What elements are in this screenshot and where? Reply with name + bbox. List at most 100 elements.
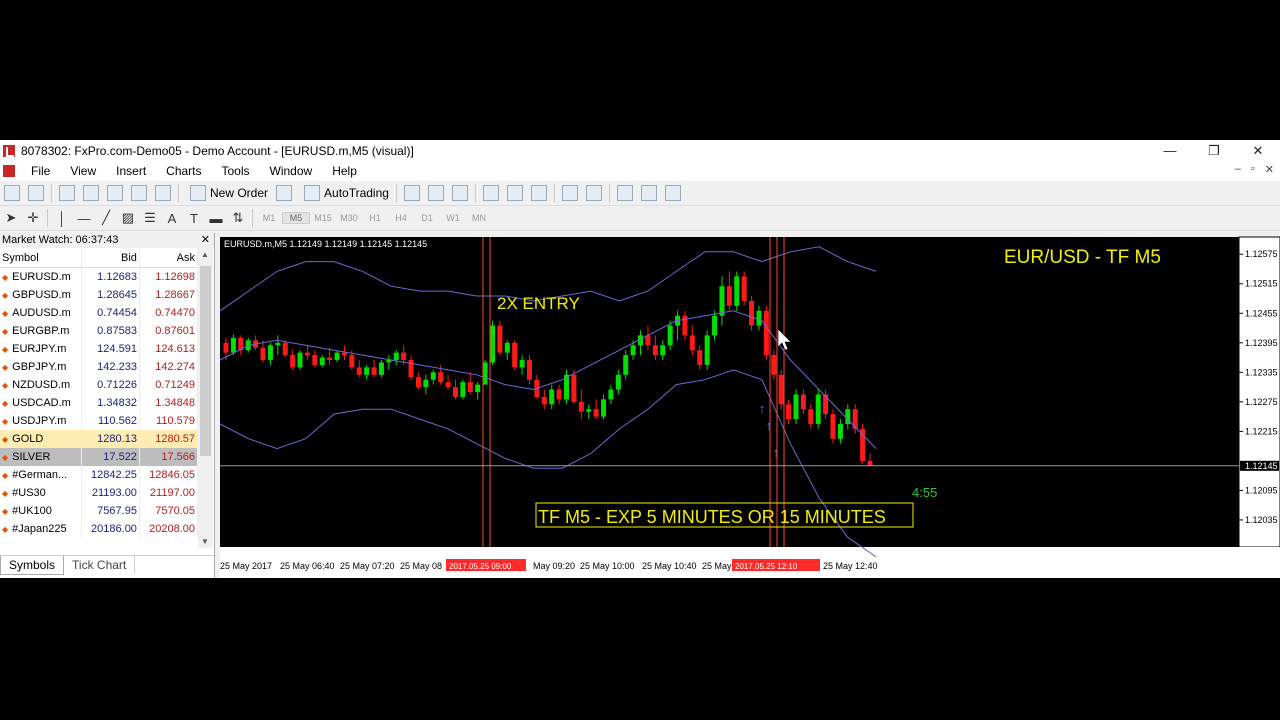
bar-chart-icon[interactable] bbox=[403, 185, 420, 201]
market-watch-title-bar: Market Watch: 06:37:43 ✕ bbox=[0, 233, 214, 248]
terminal-icon[interactable] bbox=[131, 185, 147, 201]
minimize-button[interactable]: — bbox=[1148, 140, 1192, 161]
navigator-icon[interactable] bbox=[107, 185, 123, 201]
market-watch-row[interactable]: AUDUSD.m0.744540.74470 bbox=[0, 304, 199, 322]
profiles-icon[interactable] bbox=[28, 185, 44, 201]
menu-window[interactable]: Window bbox=[260, 164, 323, 178]
bear-candle bbox=[652, 345, 658, 356]
menu-file[interactable]: File bbox=[21, 164, 60, 178]
market-watch-row[interactable]: USDJPY.m110.562110.579 bbox=[0, 412, 199, 430]
data-window-icon[interactable] bbox=[83, 185, 99, 201]
channel-icon[interactable]: ▨ bbox=[119, 210, 137, 226]
bear-candle bbox=[349, 355, 355, 368]
text-icon[interactable]: A bbox=[163, 211, 181, 226]
label-icon[interactable]: ▬ bbox=[207, 211, 225, 226]
column-header-symbol[interactable]: Symbol bbox=[0, 248, 82, 268]
chart-shift-icon[interactable] bbox=[585, 185, 602, 201]
time-tick-label: May 09:20 bbox=[533, 561, 575, 571]
zoom-in-icon[interactable] bbox=[482, 185, 499, 201]
scroll-up-icon[interactable]: ▲ bbox=[201, 250, 209, 259]
new-order-button[interactable]: New Order bbox=[182, 183, 272, 203]
horizontal-line-icon[interactable]: — bbox=[75, 211, 93, 226]
market-watch-row[interactable]: EURJPY.m124.591124.613 bbox=[0, 340, 199, 358]
tile-windows-icon[interactable] bbox=[530, 185, 547, 201]
new-chart-icon[interactable] bbox=[4, 185, 20, 201]
bull-candle bbox=[297, 352, 303, 368]
strategy-tester-icon[interactable] bbox=[155, 185, 171, 201]
timeframe-h1[interactable]: H1 bbox=[362, 213, 388, 223]
menu-insert[interactable]: Insert bbox=[106, 164, 156, 178]
bull-candle bbox=[489, 325, 495, 363]
timeframe-m15[interactable]: M15 bbox=[310, 213, 336, 223]
scroll-down-icon[interactable]: ▼ bbox=[201, 537, 209, 546]
market-watch-row[interactable]: #US3021193.0021197.00 bbox=[0, 484, 199, 502]
timeframe-m1[interactable]: M1 bbox=[256, 213, 282, 223]
chart-window[interactable]: 1.12575 1.12515 1.12455 1.12395 1.12335 1.122… bbox=[218, 235, 1280, 578]
market-watch-close-icon[interactable]: ✕ bbox=[201, 233, 210, 248]
market-watch-row[interactable]: GOLD1280.131280.57 bbox=[0, 430, 199, 448]
metaeditor-icon[interactable] bbox=[276, 185, 293, 201]
buy-signal-arrow-icon: ↑ bbox=[759, 401, 766, 416]
market-watch-row[interactable]: #German...12842.2512846.05 bbox=[0, 466, 199, 484]
timeframe-d1[interactable]: D1 bbox=[414, 213, 440, 223]
arrows-icon[interactable]: ⇅ bbox=[229, 210, 247, 226]
templates-icon[interactable] bbox=[664, 185, 681, 201]
timeframe-m5[interactable]: M5 bbox=[282, 212, 310, 224]
tab-tick-chart[interactable]: Tick Chart bbox=[64, 556, 136, 574]
periods-icon[interactable] bbox=[640, 185, 657, 201]
market-watch-row[interactable]: #Japan22520186.0020208.00 bbox=[0, 520, 199, 538]
menu-view[interactable]: View bbox=[60, 164, 106, 178]
autotrading-label: AutoTrading bbox=[324, 186, 389, 200]
cursor-icon[interactable]: ➤ bbox=[2, 210, 20, 226]
price-tick-label: 1.12035 bbox=[1245, 515, 1278, 525]
menu-help[interactable]: Help bbox=[322, 164, 367, 178]
market-watch-row[interactable]: EURUSD.m1.126831.12698 bbox=[0, 267, 199, 286]
scrollbar-thumb[interactable] bbox=[200, 266, 211, 456]
fibonacci-icon[interactable]: ☰ bbox=[141, 210, 159, 226]
timeframe-w1[interactable]: W1 bbox=[440, 213, 466, 223]
close-button[interactable]: ✕ bbox=[1236, 140, 1280, 161]
ask-cell: 1.34848 bbox=[139, 394, 199, 412]
market-watch-row[interactable]: SILVER17.52217.566 bbox=[0, 448, 199, 466]
vertical-line-icon[interactable]: │ bbox=[53, 211, 71, 226]
symbol-cell: #German... bbox=[0, 466, 82, 484]
autotrading-button[interactable]: AutoTrading bbox=[296, 183, 393, 203]
auto-scroll-icon[interactable] bbox=[561, 185, 578, 201]
time-tick-label: 25 May 10:00 bbox=[580, 561, 635, 571]
timeframe-m30[interactable]: M30 bbox=[336, 213, 362, 223]
market-watch-row[interactable]: NZDUSD.m0.712260.71249 bbox=[0, 376, 199, 394]
market-watch-row[interactable]: GBPUSD.m1.286451.28667 bbox=[0, 286, 199, 304]
mdi-restore-button[interactable]: ▫ bbox=[1251, 163, 1255, 176]
timeframe-h4[interactable]: H4 bbox=[388, 213, 414, 223]
bull-candle bbox=[230, 337, 236, 353]
zoom-out-icon[interactable] bbox=[506, 185, 523, 201]
price-chart[interactable]: 1.12575 1.12515 1.12455 1.12395 1.12335 1.122… bbox=[218, 235, 1280, 578]
expiry-label: TF M5 - EXP 5 MINUTES OR 15 MINUTES bbox=[538, 507, 886, 527]
ask-cell: 0.74470 bbox=[139, 304, 199, 322]
crosshair-icon[interactable]: ✛ bbox=[24, 210, 42, 226]
text-label-icon[interactable]: T bbox=[185, 211, 203, 226]
bull-candle bbox=[667, 325, 673, 346]
bull-candle bbox=[519, 360, 525, 368]
restore-button[interactable]: ❐ bbox=[1192, 140, 1236, 161]
market-watch-row[interactable]: EURGBP.m0.875830.87601 bbox=[0, 322, 199, 340]
menu-charts[interactable]: Charts bbox=[156, 164, 211, 178]
column-header-ask[interactable]: Ask bbox=[139, 248, 199, 268]
candlestick-icon[interactable] bbox=[427, 185, 444, 201]
market-watch-row[interactable]: GBPJPY.m142.233142.274 bbox=[0, 358, 199, 376]
timeframe-mn[interactable]: MN bbox=[466, 213, 492, 223]
line-chart-icon[interactable] bbox=[451, 185, 468, 201]
menu-tools[interactable]: Tools bbox=[212, 164, 260, 178]
market-watch-row[interactable]: USDCAD.m1.348321.34848 bbox=[0, 394, 199, 412]
bear-candle bbox=[415, 377, 421, 388]
mdi-minimize-button[interactable]: – bbox=[1235, 163, 1241, 176]
indicators-icon[interactable] bbox=[616, 185, 633, 201]
market-watch-icon[interactable] bbox=[59, 185, 75, 201]
trendline-icon[interactable]: ╱ bbox=[97, 210, 115, 226]
market-watch-scrollbar[interactable]: ▲ ▼ bbox=[198, 248, 213, 548]
tab-symbols[interactable]: Symbols bbox=[0, 556, 65, 575]
column-header-bid[interactable]: Bid bbox=[81, 248, 140, 268]
market-watch-row[interactable]: #UK1007567.957570.05 bbox=[0, 502, 199, 520]
bull-candle bbox=[660, 345, 666, 356]
mdi-close-button[interactable]: ✕ bbox=[1265, 163, 1274, 176]
